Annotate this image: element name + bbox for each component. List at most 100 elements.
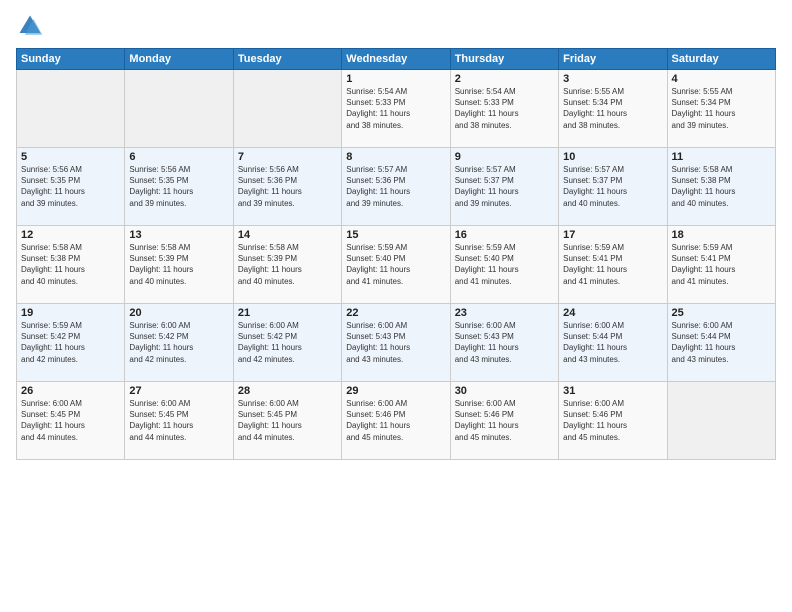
day-number: 19 bbox=[21, 307, 120, 319]
day-info: Sunrise: 6:00 AM Sunset: 5:43 PM Dayligh… bbox=[455, 320, 554, 365]
weekday-friday: Friday bbox=[559, 49, 667, 70]
day-cell: 6Sunrise: 5:56 AM Sunset: 5:35 PM Daylig… bbox=[125, 148, 233, 226]
day-info: Sunrise: 6:00 AM Sunset: 5:44 PM Dayligh… bbox=[563, 320, 662, 365]
day-number: 25 bbox=[672, 307, 771, 319]
day-info: Sunrise: 6:00 AM Sunset: 5:46 PM Dayligh… bbox=[563, 398, 662, 443]
day-info: Sunrise: 5:59 AM Sunset: 5:41 PM Dayligh… bbox=[563, 242, 662, 287]
page: SundayMondayTuesdayWednesdayThursdayFrid… bbox=[0, 0, 792, 612]
day-number: 22 bbox=[346, 307, 445, 319]
day-number: 24 bbox=[563, 307, 662, 319]
day-cell: 28Sunrise: 6:00 AM Sunset: 5:45 PM Dayli… bbox=[233, 382, 341, 460]
day-cell: 25Sunrise: 6:00 AM Sunset: 5:44 PM Dayli… bbox=[667, 304, 775, 382]
weekday-header-row: SundayMondayTuesdayWednesdayThursdayFrid… bbox=[17, 49, 776, 70]
day-cell bbox=[667, 382, 775, 460]
day-info: Sunrise: 5:57 AM Sunset: 5:37 PM Dayligh… bbox=[455, 164, 554, 209]
day-info: Sunrise: 6:00 AM Sunset: 5:46 PM Dayligh… bbox=[346, 398, 445, 443]
day-info: Sunrise: 6:00 AM Sunset: 5:45 PM Dayligh… bbox=[129, 398, 228, 443]
day-number: 14 bbox=[238, 229, 337, 241]
week-row-3: 12Sunrise: 5:58 AM Sunset: 5:38 PM Dayli… bbox=[17, 226, 776, 304]
weekday-thursday: Thursday bbox=[450, 49, 558, 70]
day-number: 10 bbox=[563, 151, 662, 163]
day-cell: 20Sunrise: 6:00 AM Sunset: 5:42 PM Dayli… bbox=[125, 304, 233, 382]
day-info: Sunrise: 5:57 AM Sunset: 5:36 PM Dayligh… bbox=[346, 164, 445, 209]
day-info: Sunrise: 6:00 AM Sunset: 5:42 PM Dayligh… bbox=[238, 320, 337, 365]
day-cell: 26Sunrise: 6:00 AM Sunset: 5:45 PM Dayli… bbox=[17, 382, 125, 460]
day-number: 9 bbox=[455, 151, 554, 163]
day-cell: 8Sunrise: 5:57 AM Sunset: 5:36 PM Daylig… bbox=[342, 148, 450, 226]
week-row-4: 19Sunrise: 5:59 AM Sunset: 5:42 PM Dayli… bbox=[17, 304, 776, 382]
day-number: 31 bbox=[563, 385, 662, 397]
day-number: 20 bbox=[129, 307, 228, 319]
weekday-saturday: Saturday bbox=[667, 49, 775, 70]
day-cell: 23Sunrise: 6:00 AM Sunset: 5:43 PM Dayli… bbox=[450, 304, 558, 382]
day-number: 4 bbox=[672, 73, 771, 85]
day-number: 18 bbox=[672, 229, 771, 241]
weekday-sunday: Sunday bbox=[17, 49, 125, 70]
day-info: Sunrise: 5:55 AM Sunset: 5:34 PM Dayligh… bbox=[563, 86, 662, 131]
weekday-monday: Monday bbox=[125, 49, 233, 70]
day-info: Sunrise: 5:59 AM Sunset: 5:42 PM Dayligh… bbox=[21, 320, 120, 365]
day-info: Sunrise: 5:58 AM Sunset: 5:39 PM Dayligh… bbox=[129, 242, 228, 287]
day-info: Sunrise: 5:59 AM Sunset: 5:41 PM Dayligh… bbox=[672, 242, 771, 287]
day-cell: 19Sunrise: 5:59 AM Sunset: 5:42 PM Dayli… bbox=[17, 304, 125, 382]
day-info: Sunrise: 5:58 AM Sunset: 5:39 PM Dayligh… bbox=[238, 242, 337, 287]
day-cell: 17Sunrise: 5:59 AM Sunset: 5:41 PM Dayli… bbox=[559, 226, 667, 304]
day-number: 13 bbox=[129, 229, 228, 241]
day-cell: 13Sunrise: 5:58 AM Sunset: 5:39 PM Dayli… bbox=[125, 226, 233, 304]
day-number: 12 bbox=[21, 229, 120, 241]
day-cell: 5Sunrise: 5:56 AM Sunset: 5:35 PM Daylig… bbox=[17, 148, 125, 226]
day-info: Sunrise: 5:58 AM Sunset: 5:38 PM Dayligh… bbox=[672, 164, 771, 209]
week-row-1: 1Sunrise: 5:54 AM Sunset: 5:33 PM Daylig… bbox=[17, 70, 776, 148]
day-number: 8 bbox=[346, 151, 445, 163]
day-number: 15 bbox=[346, 229, 445, 241]
day-info: Sunrise: 6:00 AM Sunset: 5:45 PM Dayligh… bbox=[21, 398, 120, 443]
day-cell: 15Sunrise: 5:59 AM Sunset: 5:40 PM Dayli… bbox=[342, 226, 450, 304]
day-cell: 24Sunrise: 6:00 AM Sunset: 5:44 PM Dayli… bbox=[559, 304, 667, 382]
day-number: 27 bbox=[129, 385, 228, 397]
day-cell: 30Sunrise: 6:00 AM Sunset: 5:46 PM Dayli… bbox=[450, 382, 558, 460]
day-number: 23 bbox=[455, 307, 554, 319]
day-cell: 1Sunrise: 5:54 AM Sunset: 5:33 PM Daylig… bbox=[342, 70, 450, 148]
day-info: Sunrise: 5:59 AM Sunset: 5:40 PM Dayligh… bbox=[346, 242, 445, 287]
calendar-table: SundayMondayTuesdayWednesdayThursdayFrid… bbox=[16, 48, 776, 460]
day-cell: 2Sunrise: 5:54 AM Sunset: 5:33 PM Daylig… bbox=[450, 70, 558, 148]
day-cell: 21Sunrise: 6:00 AM Sunset: 5:42 PM Dayli… bbox=[233, 304, 341, 382]
day-info: Sunrise: 5:56 AM Sunset: 5:35 PM Dayligh… bbox=[129, 164, 228, 209]
logo-icon bbox=[16, 12, 44, 40]
day-number: 21 bbox=[238, 307, 337, 319]
day-cell: 22Sunrise: 6:00 AM Sunset: 5:43 PM Dayli… bbox=[342, 304, 450, 382]
day-cell bbox=[125, 70, 233, 148]
day-number: 17 bbox=[563, 229, 662, 241]
day-number: 11 bbox=[672, 151, 771, 163]
day-number: 1 bbox=[346, 73, 445, 85]
weekday-wednesday: Wednesday bbox=[342, 49, 450, 70]
day-info: Sunrise: 5:58 AM Sunset: 5:38 PM Dayligh… bbox=[21, 242, 120, 287]
day-info: Sunrise: 5:55 AM Sunset: 5:34 PM Dayligh… bbox=[672, 86, 771, 131]
day-cell: 9Sunrise: 5:57 AM Sunset: 5:37 PM Daylig… bbox=[450, 148, 558, 226]
day-cell: 10Sunrise: 5:57 AM Sunset: 5:37 PM Dayli… bbox=[559, 148, 667, 226]
weekday-tuesday: Tuesday bbox=[233, 49, 341, 70]
day-cell: 7Sunrise: 5:56 AM Sunset: 5:36 PM Daylig… bbox=[233, 148, 341, 226]
day-info: Sunrise: 5:57 AM Sunset: 5:37 PM Dayligh… bbox=[563, 164, 662, 209]
day-cell: 16Sunrise: 5:59 AM Sunset: 5:40 PM Dayli… bbox=[450, 226, 558, 304]
day-cell: 12Sunrise: 5:58 AM Sunset: 5:38 PM Dayli… bbox=[17, 226, 125, 304]
day-cell bbox=[17, 70, 125, 148]
day-info: Sunrise: 6:00 AM Sunset: 5:44 PM Dayligh… bbox=[672, 320, 771, 365]
day-number: 6 bbox=[129, 151, 228, 163]
day-number: 5 bbox=[21, 151, 120, 163]
day-number: 29 bbox=[346, 385, 445, 397]
day-number: 26 bbox=[21, 385, 120, 397]
day-cell: 18Sunrise: 5:59 AM Sunset: 5:41 PM Dayli… bbox=[667, 226, 775, 304]
day-info: Sunrise: 6:00 AM Sunset: 5:42 PM Dayligh… bbox=[129, 320, 228, 365]
day-info: Sunrise: 5:54 AM Sunset: 5:33 PM Dayligh… bbox=[346, 86, 445, 131]
day-cell bbox=[233, 70, 341, 148]
day-cell: 31Sunrise: 6:00 AM Sunset: 5:46 PM Dayli… bbox=[559, 382, 667, 460]
day-info: Sunrise: 5:56 AM Sunset: 5:36 PM Dayligh… bbox=[238, 164, 337, 209]
day-info: Sunrise: 5:59 AM Sunset: 5:40 PM Dayligh… bbox=[455, 242, 554, 287]
day-number: 2 bbox=[455, 73, 554, 85]
day-info: Sunrise: 5:54 AM Sunset: 5:33 PM Dayligh… bbox=[455, 86, 554, 131]
day-cell: 14Sunrise: 5:58 AM Sunset: 5:39 PM Dayli… bbox=[233, 226, 341, 304]
day-info: Sunrise: 5:56 AM Sunset: 5:35 PM Dayligh… bbox=[21, 164, 120, 209]
day-cell: 27Sunrise: 6:00 AM Sunset: 5:45 PM Dayli… bbox=[125, 382, 233, 460]
day-number: 30 bbox=[455, 385, 554, 397]
